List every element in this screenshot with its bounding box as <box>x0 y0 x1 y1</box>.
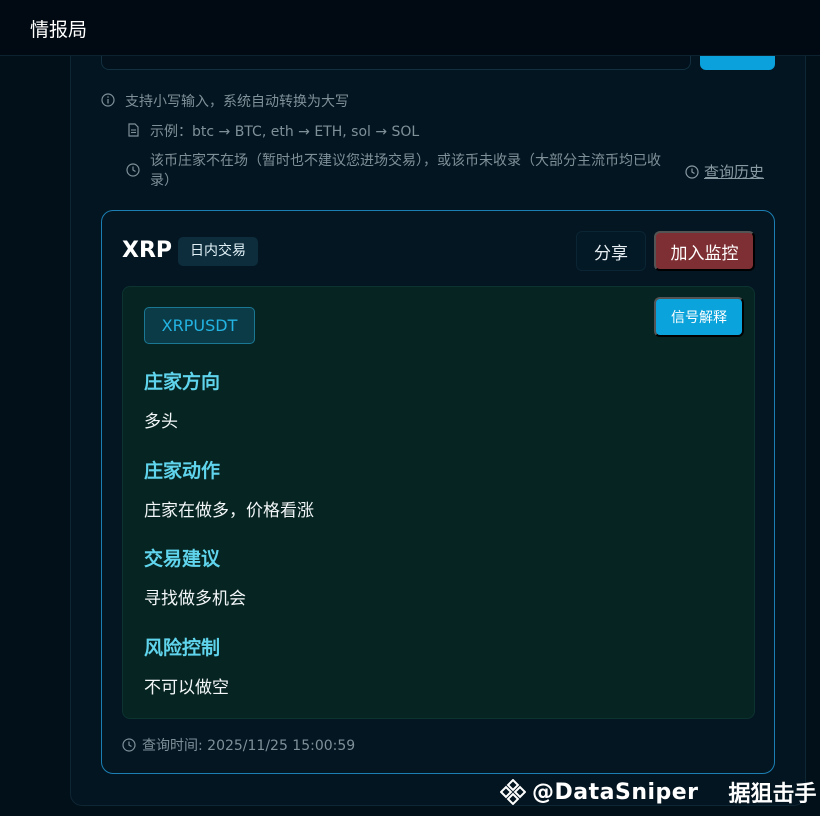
signal-explain-button[interactable]: 信号解释 <box>654 297 744 337</box>
watermark: @DataSniper 据狙击手 <box>500 776 817 808</box>
hint-example: 示例：btc → BTC, eth → ETH, sol → SOL <box>126 121 419 141</box>
hint-example-text: 示例：btc → BTC, eth → ETH, sol → SOL <box>150 124 420 140</box>
history-clock-icon <box>685 164 699 179</box>
time-clock-icon <box>122 738 136 752</box>
hint-lowercase-text: 支持小写输入，系统自动转换为大写 <box>125 94 349 110</box>
share-button[interactable]: 分享 <box>576 231 646 271</box>
trade-type-badge: 日内交易 <box>178 237 258 266</box>
hint-not-found-text: 该币庄家不在场（暂时也不建议您进场交易），或该币未收录（大部分主流币均已收录） <box>150 153 661 189</box>
section-title-direction: 庄家方向 <box>144 371 221 393</box>
result-card: XRP 日内交易 分享 加入监控 XRPUSDT 信号解释 庄家方向 多头 庄家… <box>101 210 775 774</box>
document-icon <box>128 123 139 137</box>
clock-icon <box>126 163 140 177</box>
watermark-handle: @DataSniper <box>532 779 699 805</box>
query-history-link[interactable]: 查询历史 <box>685 161 764 182</box>
section-value-risk: 不可以做空 <box>144 678 229 698</box>
app-title: 情报局 <box>30 19 88 41</box>
section-value-direction: 多头 <box>144 412 178 432</box>
section-title-suggestion: 交易建议 <box>144 548 221 570</box>
info-icon <box>101 93 115 107</box>
section-value-action: 庄家在做多，价格看涨 <box>144 501 314 521</box>
watermark-name: 据狙击手 <box>728 782 817 807</box>
hint-lowercase: 支持小写输入，系统自动转换为大写 <box>101 91 349 111</box>
add-to-monitor-button[interactable]: 加入监控 <box>654 231 755 271</box>
trading-pair-tag: XRPUSDT <box>144 307 255 344</box>
query-time: 查询时间: 2025/11/25 15:00:59 <box>122 735 355 755</box>
section-value-suggestion: 寻找做多机会 <box>144 589 246 609</box>
signal-panel: XRPUSDT 信号解释 庄家方向 多头 庄家动作 庄家在做多，价格看涨 交易建… <box>122 286 755 719</box>
binance-logo-icon <box>500 779 526 805</box>
query-time-text: 查询时间: 2025/11/25 15:00:59 <box>142 738 356 754</box>
section-title-action: 庄家动作 <box>144 460 221 482</box>
section-title-risk: 风险控制 <box>144 637 221 659</box>
coin-symbol: XRP <box>122 238 173 263</box>
top-bar: 情报局 <box>0 0 820 56</box>
query-history-label: 查询历史 <box>704 163 765 181</box>
hint-not-found: 该币庄家不在场（暂时也不建议您进场交易），或该币未收录（大部分主流币均已收录） <box>126 151 681 191</box>
